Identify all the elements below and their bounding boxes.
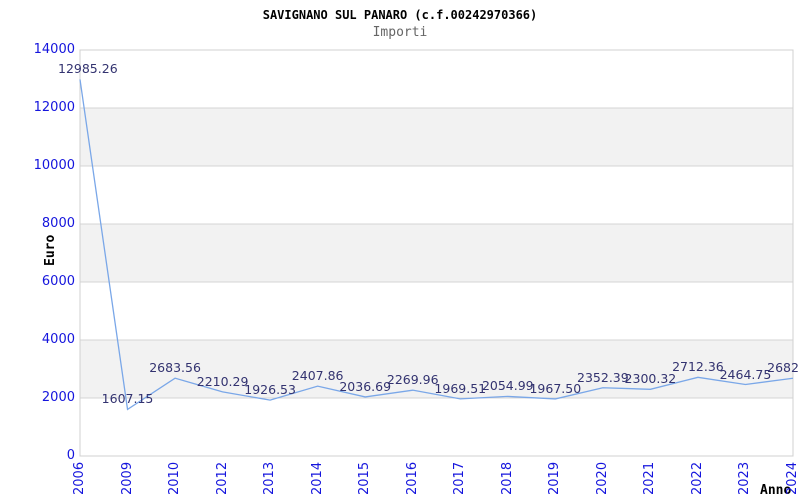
data-point-label: 2683.56	[149, 360, 201, 376]
y-axis-tick-label: 0	[66, 448, 75, 463]
chart: SAVIGNANO SUL PANARO (c.f.00242970366) I…	[0, 0, 800, 500]
data-point-label: 1926.53	[244, 382, 296, 398]
x-axis-tick-label: 2020	[594, 461, 610, 495]
x-axis-tick-label: 2014	[309, 461, 325, 495]
data-point-label: 12985.26	[58, 61, 118, 77]
data-point-label: 2300.32	[624, 371, 677, 387]
y-axis-tick-label: 2000	[41, 390, 75, 405]
y-axis-tick-label: 6000	[41, 274, 75, 289]
data-point-label: 2036.69	[339, 378, 392, 394]
data-point-label: 2352.39	[577, 369, 629, 385]
data-point-label: 2682.50	[767, 360, 800, 376]
x-axis-tick-label: 2010	[167, 461, 183, 495]
y-axis-tick-label: 14000	[33, 42, 75, 57]
plot-band	[80, 224, 793, 282]
x-axis-tick-label: 2006	[72, 461, 87, 495]
data-point-label: 2712.36	[672, 359, 724, 375]
x-axis-tick-label: 2017	[452, 461, 468, 495]
x-axis-tick-label: 2018	[499, 461, 515, 495]
data-point-label: 1607.15	[101, 391, 154, 407]
x-axis-tick-label: 2013	[262, 461, 278, 495]
data-point-label: 2464.75	[719, 366, 772, 382]
x-axis-tick-label: 2022	[689, 461, 705, 495]
x-axis-tick-label: 2023	[737, 461, 753, 495]
plot-band	[80, 108, 793, 166]
plot-area	[79, 49, 794, 457]
x-axis-tick-label: 2015	[357, 461, 373, 495]
y-axis-tick-label: 12000	[33, 100, 75, 115]
y-axis-title: Euro	[43, 234, 58, 266]
x-axis-tick-label: 2021	[642, 461, 658, 495]
x-axis-tick-label: 2019	[547, 461, 563, 495]
x-axis-tick-label: 2012	[214, 461, 230, 495]
data-point-label: 1969.51	[434, 380, 487, 396]
y-axis-tick-label: 4000	[41, 332, 75, 347]
data-point-label: 1967.50	[529, 380, 582, 396]
y-axis-tick-label: 8000	[41, 216, 75, 231]
data-point-label: 2054.99	[481, 378, 534, 394]
data-point-label: 2210.29	[196, 373, 249, 389]
x-axis-tick-label: 2024	[785, 461, 800, 495]
x-axis-tick-label: 2016	[404, 461, 420, 495]
data-point-label: 2269.96	[386, 372, 439, 388]
x-axis-tick-label: 2009	[119, 461, 135, 495]
y-axis-tick-label: 10000	[33, 158, 75, 173]
data-point-label: 2407.86	[291, 368, 344, 384]
